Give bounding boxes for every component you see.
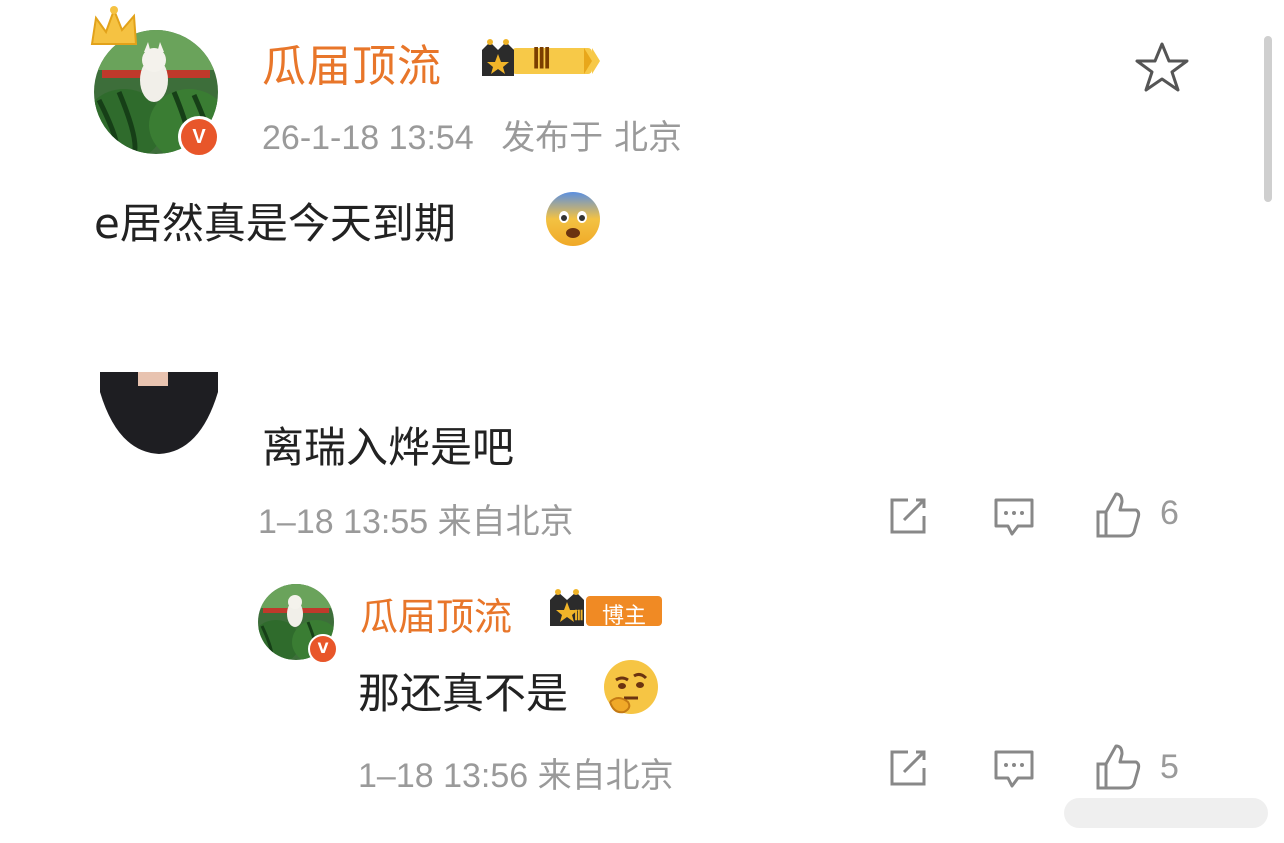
reply-like-count: 5 — [1160, 748, 1179, 786]
verified-badge: V — [178, 116, 220, 158]
reply-verified-badge: V — [308, 634, 338, 664]
blogger-badge-text: 博主 — [602, 604, 647, 629]
post-time: 26-1-18 13:54 — [262, 119, 474, 157]
comment-meta: 1–18 13:55 来自北京 — [258, 503, 574, 541]
home-indicator — [1064, 798, 1268, 828]
thumbs-up-icon[interactable] — [1094, 490, 1144, 540]
thinking-face-icon — [602, 658, 660, 716]
author-name[interactable]: 瓜届顶流 — [262, 30, 442, 94]
share-edit-icon[interactable] — [886, 494, 930, 538]
favorite-star-icon[interactable] — [1134, 40, 1190, 96]
crown-icon — [88, 4, 140, 50]
reply-share-edit-icon[interactable] — [886, 746, 930, 790]
reply-text: 那还真不是 — [358, 669, 569, 718]
weibo-post-screen: { "post": { "author": "瓜届顶流", "level_bad… — [0, 0, 1284, 843]
commenter-avatar[interactable] — [100, 372, 218, 454]
comment-icon[interactable] — [992, 494, 1036, 538]
post-location: 发布于 北京 — [501, 118, 682, 158]
comment-text: 离瑞入烨是吧 — [262, 423, 515, 472]
blogger-badge: Ⅲ 博主 — [548, 588, 664, 632]
blogger-badge-level: Ⅲ — [574, 609, 584, 624]
post-body: e居然真是今天到期 — [94, 199, 456, 248]
post-meta: 26-1-18 13:54 发布于 北京 — [262, 110, 682, 159]
reply-comment-icon[interactable] — [992, 746, 1036, 790]
scrollbar[interactable] — [1264, 36, 1272, 202]
level-badge-text: Ⅲ — [532, 44, 552, 75]
like-count: 6 — [1160, 494, 1179, 532]
reply-thumbs-up-icon[interactable] — [1094, 742, 1144, 792]
reply-meta: 1–18 13:56 来自北京 — [358, 757, 674, 795]
fearful-face-icon — [544, 190, 602, 248]
reply-author-name[interactable]: 瓜届顶流 — [360, 586, 512, 641]
level-badge: Ⅲ — [478, 38, 600, 82]
